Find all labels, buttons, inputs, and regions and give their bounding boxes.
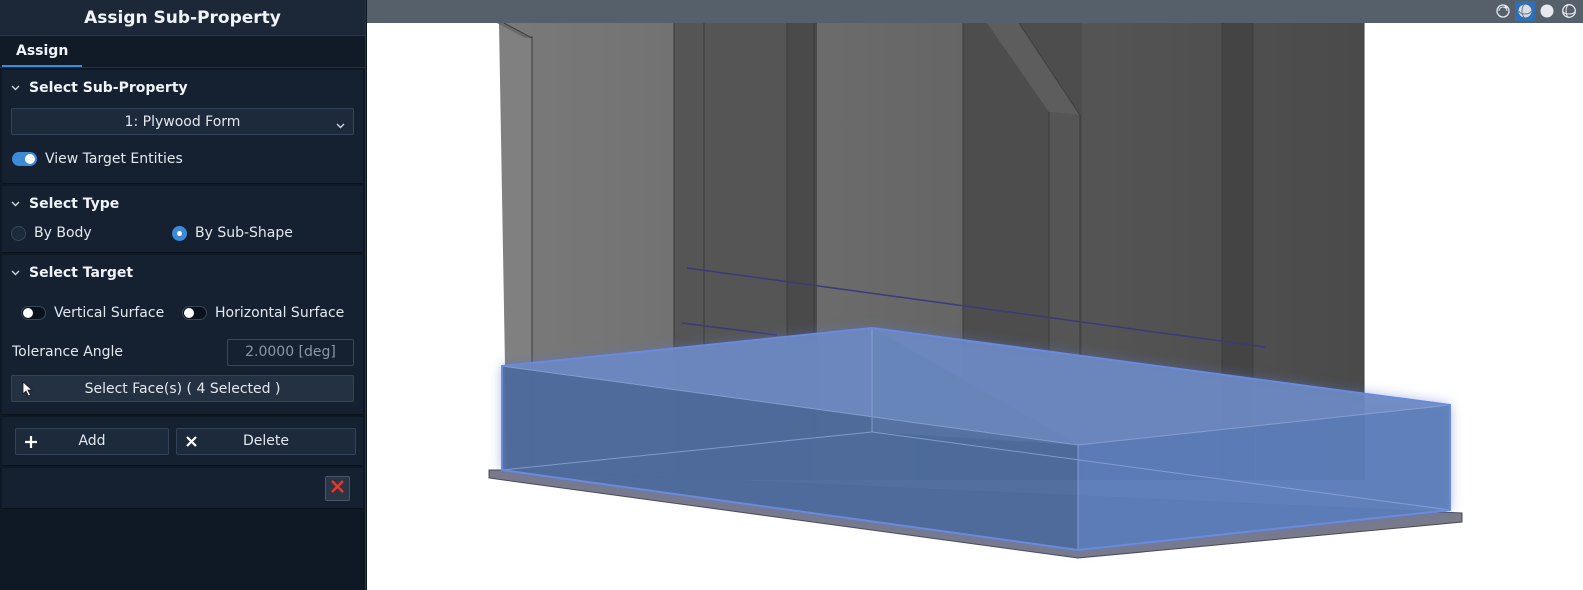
view-target-label: View Target Entities [45,151,183,167]
radio-button[interactable] [172,225,187,241]
section-select-target: Select Target Vertical Surface Horizonta… [2,255,363,415]
section-header-sub-property[interactable]: Select Sub-Property [2,70,363,106]
section-title: Select Target [29,265,134,281]
chevron-down-icon [11,201,21,207]
wireframe-sphere-icon[interactable] [1559,1,1579,21]
shaded-sphere-icon[interactable] [1515,1,1535,21]
tolerance-angle-input[interactable]: 2.0000 [deg] [227,338,354,366]
radio-button[interactable] [11,225,26,241]
tab-assign[interactable]: Assign [2,43,83,67]
add-button[interactable]: Add [15,427,169,455]
3d-scene[interactable] [367,0,1583,590]
horizontal-surface-label: Horizontal Surface [215,305,345,321]
radio-label: By Sub-Shape [195,225,293,241]
radio-label: By Body [34,225,92,241]
radio-by-sub-shape[interactable]: By Sub-Shape [172,225,293,241]
x-icon [185,435,198,452]
horizontal-surface-group: Horizontal Surface [182,305,344,321]
action-button-row: Add Delete [2,417,363,465]
camera-orbit-icon[interactable] [1493,1,1513,21]
sub-property-dropdown[interactable]: 1: Plywood Form [11,108,354,135]
vertical-surface-toggle[interactable] [21,306,46,320]
section-select-type: Select Type By Body By Sub-Shape [2,186,363,253]
close-row [2,468,363,508]
select-type-radio-group: By Body By Sub-Shape [2,222,363,252]
dropdown-value: 1: Plywood Form [124,113,241,130]
assign-sub-property-panel: Assign Sub-Property Assign Select Sub-Pr… [0,0,366,590]
plus-icon [24,435,38,453]
radio-by-body[interactable]: By Body [11,225,172,241]
viewport-toolbar [367,0,1583,23]
add-label: Add [78,433,106,449]
vertical-surface-group: Vertical Surface [21,305,182,321]
chevron-down-icon [11,85,21,91]
3d-viewport[interactable] [367,0,1583,590]
close-icon [330,479,345,498]
tolerance-angle-label: Tolerance Angle [12,344,124,360]
tab-bar: Assign [0,36,365,68]
chevron-down-icon [11,270,21,276]
section-actions: Add Delete [2,417,363,466]
close-button[interactable] [325,475,350,501]
horizontal-surface-toggle[interactable] [182,306,207,320]
tolerance-angle-row: Tolerance Angle 2.0000 [deg] [2,335,363,369]
solid-sphere-icon[interactable] [1537,1,1557,21]
select-faces-label: Select Face(s) ( 4 Selected ) [84,380,281,397]
delete-button[interactable]: Delete [176,427,356,455]
view-mode-icons [1493,1,1579,21]
vertical-surface-label: Vertical Surface [54,305,165,321]
section-title: Select Type [29,196,120,212]
select-faces-button[interactable]: Select Face(s) ( 4 Selected ) [11,375,354,402]
section-title: Select Sub-Property [29,80,188,96]
view-target-row: View Target Entities [2,135,363,183]
section-select-sub-property: Select Sub-Property 1: Plywood Form View… [2,70,363,184]
cursor-arrow-icon [21,381,34,401]
section-header-select-target[interactable]: Select Target [2,255,363,291]
view-target-toggle[interactable] [12,152,37,166]
section-header-select-type[interactable]: Select Type [2,186,363,222]
panel-title: Assign Sub-Property [0,0,365,36]
surface-toggle-row: Vertical Surface Horizontal Surface [2,291,363,335]
delete-label: Delete [243,433,289,449]
chevron-down-icon [336,117,345,133]
section-footer [2,468,363,509]
